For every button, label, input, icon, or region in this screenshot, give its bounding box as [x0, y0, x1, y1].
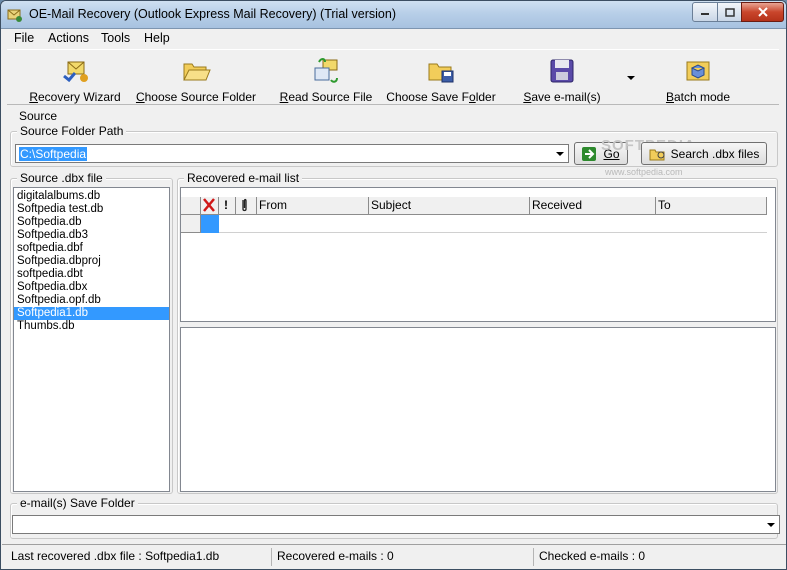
recovered-email-list-label: Recovered e-mail list [184, 171, 303, 185]
received-column-header[interactable]: Received [530, 197, 656, 215]
list-item[interactable]: Softpedia.dbproj [14, 255, 169, 268]
menu-actions[interactable]: Actions [48, 31, 89, 45]
recovery-wizard-button[interactable]: Recovery Wizard [23, 50, 127, 106]
combo-dropdown-arrow[interactable] [552, 146, 567, 161]
wizard-icon [63, 61, 88, 83]
app-icon [7, 9, 22, 22]
search-folder-icon [649, 149, 665, 160]
source-dbx-file-label: Source .dbx file [17, 171, 106, 185]
go-arrow-icon [582, 146, 597, 161]
floppy-disk-icon [550, 59, 574, 83]
menu-help[interactable]: Help [144, 31, 170, 45]
read-source-file-button[interactable]: Read Source File [271, 50, 381, 106]
menu-bar: File Actions Tools Help [2, 29, 786, 48]
list-item-selected[interactable]: Softpedia1.db [14, 307, 169, 320]
list-item[interactable]: softpedia.dbt [14, 268, 169, 281]
choose-save-folder-button[interactable]: Choose Save Folder [385, 50, 497, 106]
email-preview-pane[interactable] [180, 327, 776, 492]
read-file-icon [314, 58, 338, 83]
paperclip-icon [242, 198, 247, 212]
attachment-column-header[interactable] [236, 197, 257, 215]
status-recovered-count: Recovered e-mails : 0 [274, 548, 534, 566]
grid-corner [181, 197, 201, 215]
to-column-header[interactable]: To [656, 197, 767, 215]
priority-column-header[interactable]: ! [219, 197, 236, 215]
subject-column-header[interactable]: Subject [369, 197, 530, 215]
menu-file[interactable]: File [14, 31, 34, 45]
source-folder-path-combobox[interactable]: C:\Softpedia [15, 144, 569, 163]
minimize-button[interactable] [692, 2, 718, 22]
row-header[interactable] [181, 215, 201, 233]
source-folder-path-value: C:\Softpedia [19, 147, 88, 161]
minimize-icon [701, 13, 709, 15]
from-column-header[interactable]: From [257, 197, 369, 215]
watermark-url: www.softpedia.com [605, 167, 683, 177]
list-item[interactable]: Thumbs.db [14, 320, 169, 333]
list-item[interactable]: Softpedia.opf.db [14, 294, 169, 307]
search-dbx-files-label: Search .dbx files [670, 146, 760, 161]
list-item[interactable]: Softpedia.db [14, 216, 169, 229]
list-item[interactable]: Softpedia.db3 [14, 229, 169, 242]
close-icon [757, 7, 768, 17]
source-folder-path-label: Source Folder Path [17, 124, 127, 138]
save-folder-label: e-mail(s) Save Folder [17, 496, 138, 510]
save-dropdown-arrow-icon[interactable] [627, 74, 635, 82]
folder-open-icon [183, 63, 211, 81]
combo-dropdown-arrow[interactable] [763, 517, 778, 532]
chevron-down-icon [555, 151, 564, 156]
recovery-wizard-label: Recovery Wizard [29, 90, 121, 104]
email-grid[interactable]: ! From Subject Received To [180, 187, 776, 322]
close-button[interactable] [741, 2, 784, 22]
read-source-file-label: Read Source File [279, 90, 373, 104]
choose-source-folder-button[interactable]: Choose Source Folder [135, 50, 257, 106]
batch-mode-button[interactable]: Batch mode [655, 50, 741, 106]
grid-header-row: ! From Subject Received To [181, 197, 775, 215]
maximize-icon [724, 7, 735, 17]
source-section-label: Source [19, 109, 58, 123]
save-folder-combobox[interactable] [12, 515, 780, 534]
delete-column-header[interactable] [201, 197, 219, 215]
status-bar: Last recovered .dbx file : Softpedia1.db… [2, 544, 786, 569]
save-emails-button[interactable]: Save e-mail(s) [519, 50, 605, 106]
chevron-down-icon [766, 522, 775, 527]
list-item[interactable]: softpedia.dbf [14, 242, 169, 255]
batch-mode-label: Batch mode [665, 90, 731, 104]
active-cell[interactable] [201, 215, 219, 233]
window-title: OE-Mail Recovery (Outlook Express Mail R… [29, 7, 396, 21]
status-last-recovered: Last recovered .dbx file : Softpedia1.db [8, 548, 272, 566]
choose-save-folder-label: Choose Save Folder [386, 90, 496, 104]
list-item[interactable]: Softpedia test.db [14, 203, 169, 216]
menu-tools[interactable]: Tools [101, 31, 130, 45]
status-checked-count: Checked e-mails : 0 [539, 549, 646, 563]
list-item[interactable]: Softpedia.dbx [14, 281, 169, 294]
toolbar: Recovery Wizard Choose Source Folder Rea… [7, 49, 779, 105]
batch-mode-icon [686, 61, 710, 81]
search-dbx-files-button[interactable]: Search .dbx files [641, 142, 767, 165]
choose-source-folder-label: Choose Source Folder [135, 90, 257, 104]
app-window: OE-Mail Recovery (Outlook Express Mail R… [0, 0, 787, 570]
row-divider [219, 232, 767, 233]
list-item[interactable]: digitalalbums.db [14, 190, 169, 203]
title-bar[interactable]: OE-Mail Recovery (Outlook Express Mail R… [1, 1, 786, 29]
maximize-button[interactable] [717, 2, 742, 22]
red-x-icon [203, 198, 215, 212]
dbx-file-listbox[interactable]: digitalalbums.db Softpedia test.db Softp… [13, 187, 170, 492]
save-emails-label: Save e-mail(s) [523, 90, 601, 104]
save-folder-icon [428, 63, 454, 83]
